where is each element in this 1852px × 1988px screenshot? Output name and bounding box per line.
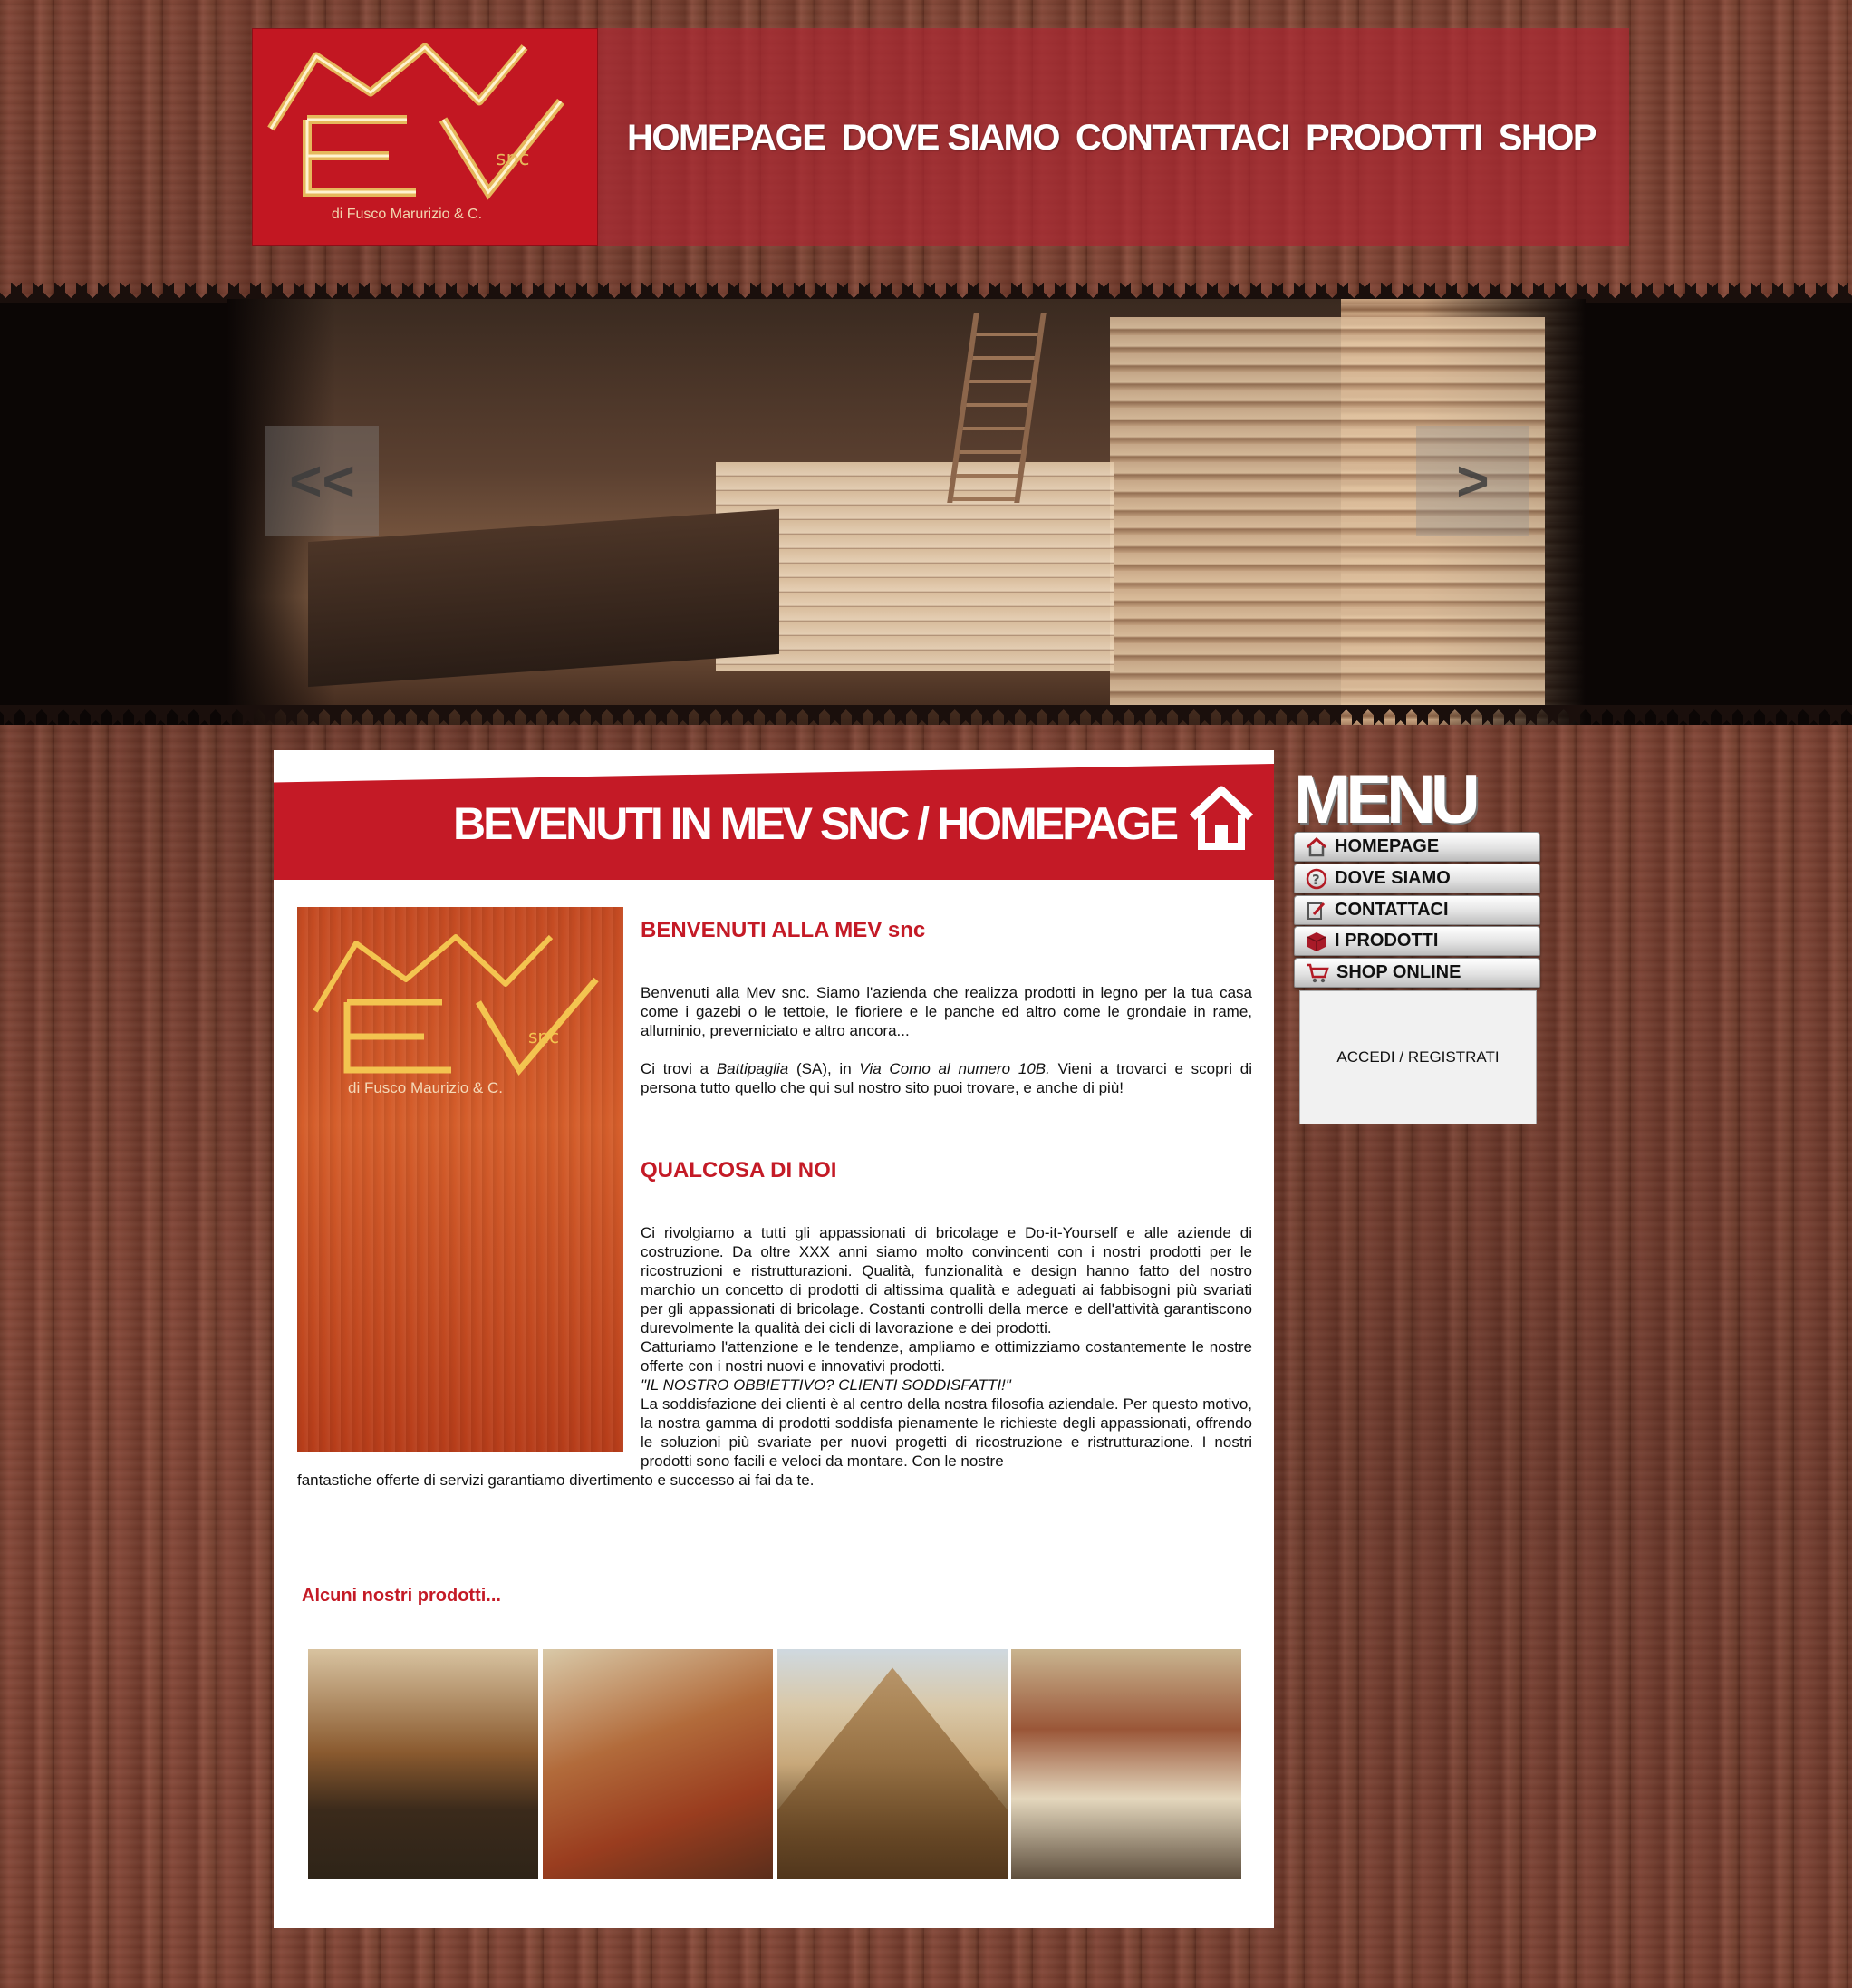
welcome-paragraph-1: Benvenuti alla Mev snc. Siamo l'azienda … <box>641 984 1252 1039</box>
home-icon <box>1189 786 1254 850</box>
nav-dove-siamo[interactable]: DOVE SIAMO <box>841 118 1060 159</box>
page-title: BEVENUTI IN MEV SNC / HOMEPAGE <box>453 798 1179 849</box>
about-heading: QUALCOSA DI NOI <box>641 1158 837 1182</box>
mev-logo-wood-icon: snc <box>313 934 599 1076</box>
sidebar-item-label: DOVE SIAMO <box>1335 868 1451 888</box>
welcome-heading: BENVENUTI ALLA MEV snc <box>641 918 926 942</box>
nav-shop[interactable]: SHOP <box>1499 118 1597 159</box>
sidebar-item-dove-siamo[interactable]: ? DOVE SIAMO <box>1294 864 1540 893</box>
side-logo-subtitle: di Fusco Maurizio & C. <box>348 1079 503 1096</box>
login-box: ACCEDI / REGISTRATI <box>1299 990 1537 1124</box>
nav-homepage[interactable]: HOMEPAGE <box>627 118 826 159</box>
about-paragraph-2: Catturiamo l'attenzione e le tendenze, a… <box>641 1338 1252 1375</box>
street-address: Via Como al numero 10B. <box>859 1060 1050 1077</box>
roof-shape <box>777 1667 1008 1879</box>
svg-text:?: ? <box>1312 872 1320 888</box>
sidebar-item-contattaci[interactable]: CONTATTACI <box>1294 895 1540 925</box>
edit-icon <box>1307 902 1326 920</box>
top-navigation: HOMEPAGE DOVE SIAMO CONTATTACI PRODOTTI … <box>627 118 1597 159</box>
sidebar-item-label: I PRODOTTI <box>1335 931 1439 951</box>
login-register-link[interactable]: ACCEDI / REGISTRATI <box>1336 1048 1499 1066</box>
product-thumb-roof-tiles[interactable] <box>543 1649 773 1879</box>
welcome-paragraph-2: Ci trovi a Battipaglia (SA), in Via Como… <box>641 1060 1252 1096</box>
site-logo[interactable]: snc di Fusco Marurizio & C. <box>252 28 598 246</box>
logo-subtitle: di Fusco Marurizio & C. <box>331 207 483 222</box>
product-thumb-balcony[interactable] <box>1011 1649 1241 1879</box>
cart-icon <box>1307 963 1329 982</box>
sidebar-item-shop-online[interactable]: SHOP ONLINE <box>1294 958 1540 988</box>
products-heading: Alcuni nostri prodotti... <box>302 1586 501 1606</box>
sidebar-item-label: CONTATTACI <box>1335 900 1449 920</box>
sidebar-item-label: SHOP ONLINE <box>1336 962 1461 982</box>
product-thumb-gazebo[interactable] <box>308 1649 538 1879</box>
mev-logo-icon: snc <box>267 43 564 200</box>
svg-text:snc: snc <box>496 148 530 170</box>
about-paragraph-3-end: fantastiche offerte di servizi garantiam… <box>297 1472 815 1489</box>
about-paragraph-3: La soddisfazione dei clienti è al centro… <box>641 1395 1252 1470</box>
slider-prev-button[interactable]: << <box>265 426 379 536</box>
city-name: Battipaglia <box>716 1060 789 1077</box>
side-logo-image: snc di Fusco Maurizio & C. <box>297 907 623 1452</box>
about-quote: "IL NOSTRO OBBIETTIVO? CLIENTI SODDISFAT… <box>641 1376 1011 1394</box>
nav-prodotti[interactable]: PRODOTTI <box>1306 118 1483 159</box>
home-icon <box>1306 836 1327 856</box>
banner-edge-bottom <box>0 705 1852 725</box>
menu-title: MENU <box>1294 761 1481 838</box>
product-thumb-copper-roof[interactable] <box>777 1649 1008 1879</box>
sidebar-item-prodotti[interactable]: I PRODOTTI <box>1294 926 1540 956</box>
box-icon <box>1307 931 1326 951</box>
about-paragraph-1: Ci rivolgiamo a tutti gli appassionati d… <box>641 1224 1252 1337</box>
slider-next-button[interactable]: > <box>1416 426 1529 536</box>
svg-text:snc: snc <box>528 1026 559 1047</box>
sidebar-item-homepage[interactable]: HOMEPAGE <box>1294 832 1540 862</box>
sidebar-item-label: HOMEPAGE <box>1335 836 1440 856</box>
question-icon: ? <box>1306 868 1327 889</box>
nav-contattaci[interactable]: CONTATTACI <box>1076 118 1291 159</box>
